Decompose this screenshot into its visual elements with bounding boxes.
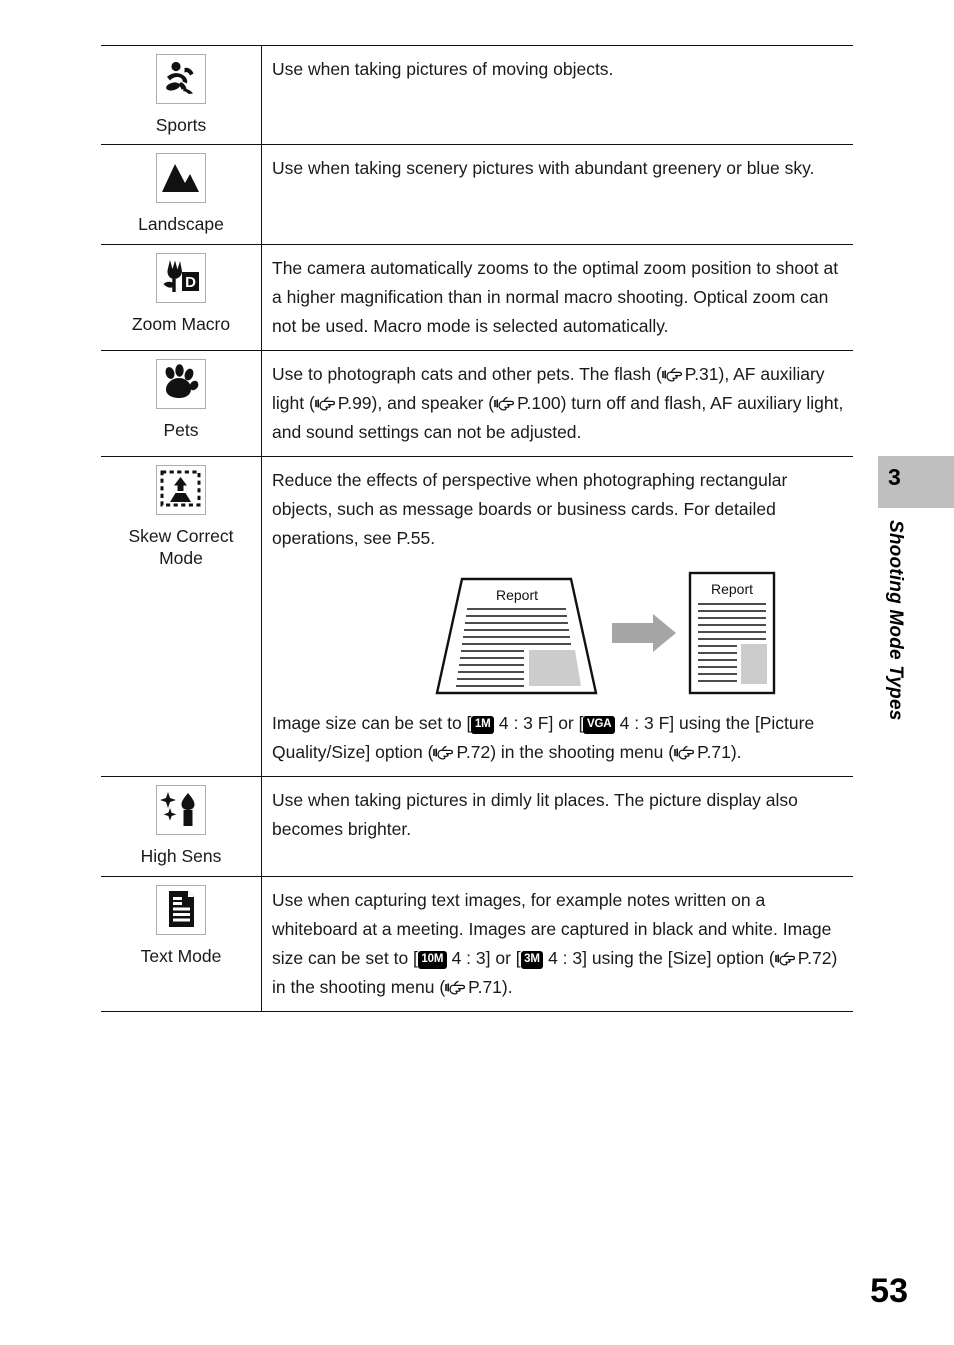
description-segment: 4 : 3 F] or [ xyxy=(494,713,584,734)
description-segment: P.71). xyxy=(697,742,742,763)
mode-description-pets: Use to photograph cats and other pets. T… xyxy=(261,349,853,458)
skew-correction-illustration: Report Report xyxy=(272,567,847,699)
figure-source-label: Report xyxy=(496,587,538,603)
mode-label-text-mode: Text Mode xyxy=(140,945,222,966)
description-segment: Image size can be set to [ xyxy=(272,713,472,734)
description-segment: P.72) in the shooting menu ( xyxy=(456,742,675,763)
description-segment: P.99), and speaker ( xyxy=(337,392,495,413)
chapter-number: 3 xyxy=(888,464,901,490)
chapter-tab: 3 xyxy=(878,456,954,508)
figure-result-label: Report xyxy=(711,581,753,597)
mode-cell-skew-correct: Skew Correct Mode xyxy=(101,456,262,778)
description-text: Reduce the effects of perspective when p… xyxy=(272,470,788,549)
table-row: High Sens Use when taking pictures in di… xyxy=(101,776,853,877)
page-reference-icon xyxy=(445,980,467,995)
description-text-after-figure: Image size can be set to [1M 4 : 3 F] or… xyxy=(272,709,847,767)
mode-description-high-sens: Use when taking pictures in dimly lit pl… xyxy=(261,776,853,877)
description-segment: 4 : 3] using the [Size] option ( xyxy=(543,947,775,968)
description-segment: Use to photograph cats and other pets. T… xyxy=(272,363,662,384)
size-badge-3m: 3M xyxy=(520,950,544,969)
mode-label-sports: Sports xyxy=(155,115,207,135)
table-row: Skew Correct Mode Reduce the effects of … xyxy=(101,456,853,778)
mode-description-sports: Use when taking pictures of moving objec… xyxy=(261,44,853,146)
mode-label-line-1: Skew Correct xyxy=(128,526,234,547)
text-mode-icon xyxy=(156,884,206,935)
mode-description-zoom-macro: The camera automatically zooms to the op… xyxy=(261,243,853,351)
mode-cell-pets: Pets xyxy=(101,349,262,458)
sports-icon xyxy=(156,54,206,104)
chapter-title: Shooting Mode Types xyxy=(885,520,906,721)
pets-icon xyxy=(156,358,206,409)
mode-label-zoom-macro: Zoom Macro xyxy=(131,313,231,334)
landscape-icon xyxy=(156,153,206,204)
mode-label-pets: Pets xyxy=(163,419,199,440)
page-number: 53 xyxy=(870,1272,908,1310)
description-text: The camera automatically zooms to the op… xyxy=(272,257,839,336)
mode-label-skew-correct: Skew Correct Mode xyxy=(105,525,257,570)
page-reference-icon xyxy=(433,745,455,760)
mode-label-landscape: Landscape xyxy=(138,214,224,235)
mode-description-text-mode: Use when capturing text images, for exam… xyxy=(261,875,853,1012)
svg-text:D: D xyxy=(185,274,196,291)
description-text: Use to photograph cats and other pets. T… xyxy=(272,360,847,447)
description-text: Use when capturing text images, for exam… xyxy=(272,886,847,1002)
page-reference-icon xyxy=(494,396,516,411)
description-segment: P.71). xyxy=(468,976,513,997)
table-row: Sports Use when taking pictures of movin… xyxy=(101,44,853,146)
mode-description-skew-correct: Reduce the effects of perspective when p… xyxy=(261,456,853,778)
mode-cell-high-sens: High Sens xyxy=(101,776,262,877)
page-reference-icon xyxy=(674,745,696,760)
description-text: Use when taking scenery pictures with ab… xyxy=(272,158,815,179)
mode-cell-zoom-macro: D Zoom Macro xyxy=(101,243,262,351)
size-badge-10m: 10M xyxy=(417,950,447,969)
shooting-mode-table: Sports Use when taking pictures of movin… xyxy=(101,44,853,1012)
table-row: Text Mode Use when capturing text images… xyxy=(101,875,853,1012)
table-row: D Zoom Macro The camera automatically zo… xyxy=(101,243,853,351)
description-text: Use when taking pictures of moving objec… xyxy=(272,59,614,79)
mode-cell-sports: Sports xyxy=(101,44,262,146)
size-badge-vga: VGA xyxy=(583,716,615,735)
mode-label-high-sens: High Sens xyxy=(140,846,222,867)
page-reference-icon xyxy=(314,396,337,411)
mode-label-line-2: Mode xyxy=(159,548,203,569)
mode-description-landscape: Use when taking scenery pictures with ab… xyxy=(261,144,853,245)
description-segment: 4 : 3] or [ xyxy=(446,947,521,968)
description-text: Use when taking pictures in dimly lit pl… xyxy=(272,790,798,840)
mode-cell-landscape: Landscape xyxy=(101,144,262,245)
zoom-macro-icon: D xyxy=(156,252,206,303)
size-badge-1m: 1M xyxy=(471,716,494,735)
high-sens-icon xyxy=(156,785,206,836)
page-reference-icon xyxy=(774,951,797,966)
page-reference-icon xyxy=(661,367,684,382)
table-row: Pets Use to photograph cats and other pe… xyxy=(101,349,853,458)
table-row: Landscape Use when taking scenery pictur… xyxy=(101,144,853,245)
mode-cell-text-mode: Text Mode xyxy=(101,875,262,1012)
skew-correct-icon xyxy=(156,465,206,516)
